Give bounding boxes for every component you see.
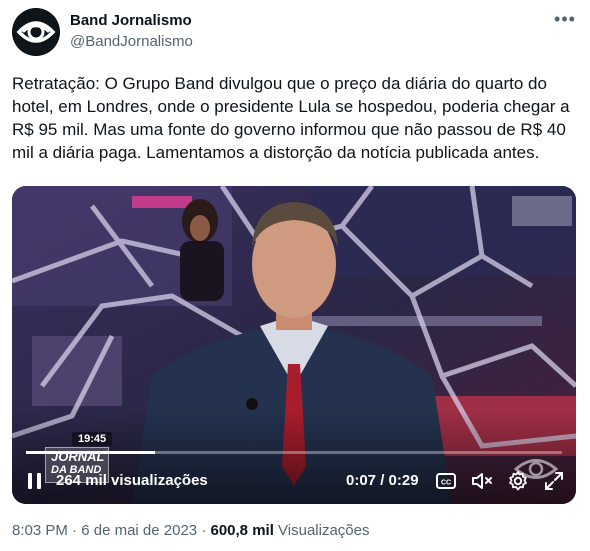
pause-icon: [28, 473, 32, 489]
clock-badge: 19:45: [72, 432, 113, 446]
closed-captions-icon[interactable]: CC: [434, 469, 458, 493]
tweet-time[interactable]: 8:03 PM: [12, 522, 68, 539]
author-handle[interactable]: @BandJornalismo: [70, 33, 193, 50]
separator: ·: [72, 522, 78, 539]
author-name[interactable]: Band Jornalismo: [70, 12, 192, 29]
separator: ·: [201, 522, 207, 539]
progress-bar[interactable]: [26, 451, 562, 454]
pause-button[interactable]: [28, 473, 42, 489]
settings-gear-icon[interactable]: [506, 469, 530, 493]
control-bar: 264 mil visualizações 0:07 / 0:29 CC: [12, 466, 576, 496]
tweet-date[interactable]: 6 de mai de 2023: [81, 522, 197, 539]
tweet-text: Retratação: O Grupo Band divulgou que o …: [12, 74, 570, 162]
more-options-button[interactable]: •••: [554, 9, 576, 30]
avatar[interactable]: [12, 8, 60, 56]
pause-icon-bar: [37, 473, 41, 489]
progress-fill: [26, 451, 155, 454]
band-eye-logo-icon: [12, 8, 60, 56]
fullscreen-icon[interactable]: [542, 469, 566, 493]
tweet-meta: 8:03 PM · 6 de mai de 2023 · 600,8 mil V…: [12, 522, 370, 539]
svg-text:CC: CC: [441, 480, 451, 487]
volume-muted-icon[interactable]: [470, 469, 494, 493]
video-player[interactable]: 19:45 JORNAL DA BAND 264 mil visualizaçõ…: [12, 186, 576, 504]
time-display: 0:07 / 0:29: [346, 472, 419, 489]
tweet-views-count: 600,8 mil: [210, 522, 274, 539]
video-views-label: 264 mil visualizações: [56, 472, 208, 489]
more-horizontal-icon: •••: [554, 9, 576, 29]
tweet-views-label: Visualizações: [278, 522, 370, 539]
